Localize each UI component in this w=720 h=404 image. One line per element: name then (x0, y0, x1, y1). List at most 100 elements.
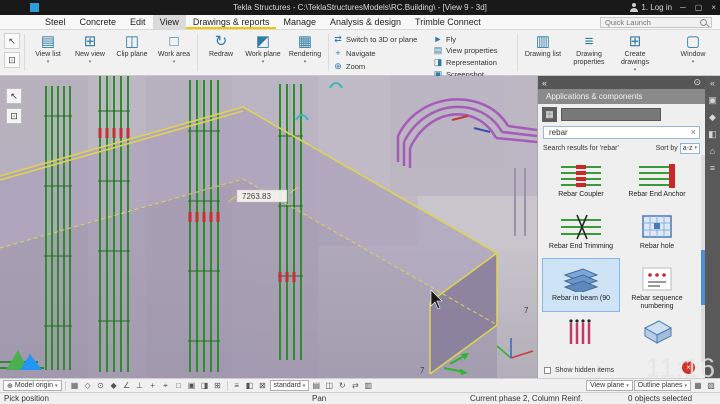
toolbar-icon[interactable]: ◫ (323, 380, 335, 391)
zoom-button[interactable]: ⊕ Zoom (333, 61, 429, 72)
view-properties-icon: ▤ (433, 45, 443, 56)
snap-icon[interactable]: ▦ (69, 380, 81, 391)
rendering-icon: ▦ (298, 33, 312, 51)
toolbar-icon[interactable]: ▥ (362, 380, 374, 391)
window-button[interactable]: ▢ Window ▾ (672, 31, 714, 74)
snap-icon[interactable]: ◆ (108, 380, 120, 391)
tab-steel[interactable]: Steel (38, 15, 73, 29)
tab-concrete[interactable]: Concrete (73, 15, 124, 29)
select-cursor-button[interactable]: ↖ (4, 33, 20, 49)
navigate-icon: + (333, 48, 343, 58)
work-area-button[interactable]: □ Work area ▾ (153, 31, 195, 74)
separator (197, 34, 198, 71)
snap-icon[interactable]: ⊞ (212, 380, 224, 391)
origin-icon: ⊕ (7, 382, 13, 390)
component-item-partial[interactable] (543, 311, 619, 347)
create-drawings-button[interactable]: ⊞ Create drawings ▾ (612, 31, 658, 74)
properties-icon[interactable]: ◧ (708, 129, 717, 139)
tab-edit[interactable]: Edit (123, 15, 153, 29)
collapse-icon[interactable]: « (710, 78, 715, 88)
side-pane-strip: « ▣ ◆ ◧ ⌂ ≡ (705, 76, 720, 378)
toolbar-icon[interactable]: ≡ (231, 380, 243, 391)
toolbar-icon[interactable]: ↻ (336, 380, 348, 391)
component-rebar-end-trimming[interactable]: Rebar End Trimming (543, 207, 619, 259)
concrete-component-icon (637, 315, 677, 347)
snap-icon[interactable]: ◨ (199, 380, 211, 391)
view-properties-button[interactable]: ▤ View properties (433, 45, 513, 56)
separator (328, 34, 329, 71)
snap-icon[interactable]: ⌖ (160, 380, 172, 391)
drawing-list-button[interactable]: ▥ Drawing list (520, 31, 566, 74)
component-item-partial[interactable] (619, 311, 695, 347)
snap-icon[interactable]: ▣ (186, 380, 198, 391)
snap-icon[interactable]: ∠ (121, 380, 133, 391)
switch-3d-plane-button[interactable]: ⇄ Switch to 3D or plane (333, 34, 429, 45)
snap-icon[interactable]: ◇ (82, 380, 94, 391)
fly-button[interactable]: ► Fly (433, 34, 513, 44)
quick-launch-input[interactable] (603, 17, 699, 28)
snap-icon[interactable]: ⊙ (95, 380, 107, 391)
model-viewport[interactable]: 7263.83 7 7 ↖ ⊡ (0, 76, 537, 378)
grid-label: 7 (420, 366, 425, 375)
minimize-button[interactable]: ─ (680, 3, 686, 12)
component-rebar-end-anchor[interactable]: Rebar End Anchor (619, 155, 695, 207)
component-grid: Rebar Coupler Rebar End Anchor Rebar End… (538, 155, 705, 362)
component-rebar-sequence-numbering[interactable]: Rebar sequence numbering (619, 259, 695, 311)
list-icon[interactable]: ≡ (710, 163, 715, 173)
toolbar-icon[interactable]: ▤ (310, 380, 322, 391)
snap-toolbar: ⊕ Model origin ▾ ▦ ◇ ⊙ ◆ ∠ ⊥ + ⌖ □ ▣ ◨ ⊞… (0, 378, 720, 392)
rebar-end-anchor-icon (637, 159, 677, 191)
clear-search-icon[interactable]: × (691, 128, 696, 137)
work-plane-button[interactable]: ◩ Work plane ▾ (242, 31, 284, 74)
new-view-button[interactable]: ⊞ New view ▾ (69, 31, 111, 74)
gear-icon[interactable]: ⊙ (693, 77, 701, 88)
svg-text:7263.83: 7263.83 (242, 192, 271, 201)
tab-drawings-reports[interactable]: Drawings & reports (186, 15, 277, 29)
component-rebar-coupler[interactable]: Rebar Coupler (543, 155, 619, 207)
component-search-input[interactable] (547, 127, 691, 138)
status-pan: Pan (312, 394, 326, 403)
snap-icon[interactable]: ⊥ (134, 380, 146, 391)
home-icon[interactable]: ⌂ (710, 146, 715, 156)
view-plane-dropdown[interactable]: View plane ▾ (586, 380, 633, 391)
rendering-button[interactable]: ▦ Rendering ▾ (284, 31, 326, 74)
show-hidden-checkbox[interactable] (544, 367, 551, 374)
component-search-box[interactable]: × (543, 126, 700, 139)
close-button[interactable]: × (711, 3, 716, 12)
panel-title: Applications & components (538, 89, 705, 104)
tab-trimble-connect[interactable]: Trimble Connect (408, 15, 488, 29)
components-icon[interactable]: ▣ (708, 95, 717, 105)
detailing-dropdown[interactable] (561, 108, 661, 121)
toolbar-icon[interactable]: ⇄ (349, 380, 361, 391)
component-rebar-hole[interactable]: Rebar hole (619, 207, 695, 259)
representation-button[interactable]: ◨ Representation (433, 57, 513, 68)
toolbar-icon[interactable]: ◧ (244, 380, 256, 391)
tab-analysis-design[interactable]: Analysis & design (323, 15, 408, 29)
redraw-button[interactable]: ↻ Redraw (200, 31, 242, 74)
tab-view[interactable]: View (153, 15, 186, 29)
component-rebar-in-beam[interactable]: Rebar in beam (90 (543, 259, 619, 311)
collapse-panel-icon[interactable]: « (542, 78, 547, 88)
view-list-button[interactable]: ▤ View list ▾ (27, 31, 69, 74)
drawing-properties-button[interactable]: ≡ Drawing properties (566, 31, 612, 74)
tab-manage[interactable]: Manage (276, 15, 323, 29)
selection-filter-dropdown[interactable]: standard ▾ (270, 380, 310, 391)
quick-launch[interactable] (600, 17, 712, 28)
maximize-button[interactable]: ▢ (695, 3, 703, 12)
catalog-icon[interactable]: ◆ (709, 112, 716, 122)
snap-icon[interactable]: □ (173, 380, 185, 391)
pointer-tool-button[interactable]: ↖ (6, 88, 22, 104)
area-select-tool-button[interactable]: ⊡ (6, 108, 22, 124)
toolbar-icon[interactable]: ⊠ (257, 380, 269, 391)
3d-scene[interactable]: 7263.83 7 7 (0, 76, 537, 378)
snap-icon[interactable]: + (147, 380, 159, 391)
mini-toolbar-button[interactable]: ⊡ (4, 52, 20, 68)
search-results-label: Search results for 'rebar' (543, 145, 619, 152)
rebar-end-trimming-icon (561, 211, 601, 243)
sort-dropdown[interactable]: a-z ▾ (680, 143, 700, 154)
model-origin-dropdown[interactable]: ⊕ Model origin ▾ (3, 380, 62, 391)
clip-plane-button[interactable]: ◫ Clip plane (111, 31, 153, 74)
login-button[interactable]: 1. Log in (629, 3, 672, 12)
catalog-grid-button[interactable]: ▦ (542, 107, 557, 122)
navigate-button[interactable]: + Navigate (333, 48, 429, 58)
